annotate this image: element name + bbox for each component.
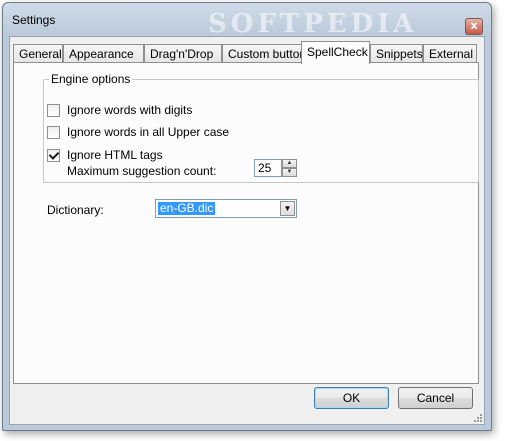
window-title: Settings (12, 13, 56, 27)
ok-button[interactable]: OK (314, 387, 389, 409)
tab-spellcheck[interactable]: SpellCheck (301, 41, 370, 64)
tab-custom-buttons[interactable]: Custom buttons (222, 44, 312, 62)
spin-down-icon[interactable]: ▼ (282, 168, 297, 177)
resize-grip-icon[interactable] (473, 413, 483, 423)
tab-general[interactable]: General (13, 44, 63, 62)
title-bar[interactable]: Settings SOFTPEDIA x (3, 3, 491, 39)
close-icon: x (470, 19, 478, 32)
tab-appearance[interactable]: Appearance (63, 44, 144, 62)
dictionary-selected-value: en-GB.dic (158, 201, 216, 215)
spin-up-icon[interactable]: ▲ (282, 159, 297, 168)
max-suggestion-stepper[interactable]: ▲ ▼ (282, 159, 297, 177)
ignore-html-checkbox[interactable] (47, 149, 60, 162)
ignore-html-label: Ignore HTML tags (67, 148, 163, 162)
dialog-client-area: General Appearance Drag'n'Drop Custom bu… (9, 36, 485, 425)
spellcheck-panel: Engine options Ignore words with digits … (13, 62, 479, 384)
settings-window: Settings SOFTPEDIA x General Appearance … (2, 2, 492, 431)
cancel-button[interactable]: Cancel (398, 387, 473, 409)
dictionary-label: Dictionary: (47, 203, 104, 217)
tab-drag-n-drop[interactable]: Drag'n'Drop (144, 44, 222, 62)
dictionary-select[interactable]: en-GB.dic ▼ (155, 199, 297, 218)
tab-external[interactable]: External (423, 44, 477, 62)
tab-snippets[interactable]: Snippets (370, 44, 423, 62)
chevron-down-icon[interactable]: ▼ (280, 201, 295, 216)
ignore-uppercase-checkbox[interactable] (47, 126, 60, 139)
max-suggestion-input[interactable]: 25 (254, 159, 282, 177)
ignore-uppercase-label: Ignore words in all Upper case (67, 125, 230, 139)
ignore-digits-label: Ignore words with digits (67, 103, 193, 117)
max-suggestion-label: Maximum suggestion count: (67, 164, 217, 178)
close-button[interactable]: x (465, 18, 483, 35)
ignore-digits-checkbox[interactable] (47, 104, 60, 117)
watermark: SOFTPEDIA (208, 9, 418, 39)
engine-options-label: Engine options (49, 72, 133, 86)
